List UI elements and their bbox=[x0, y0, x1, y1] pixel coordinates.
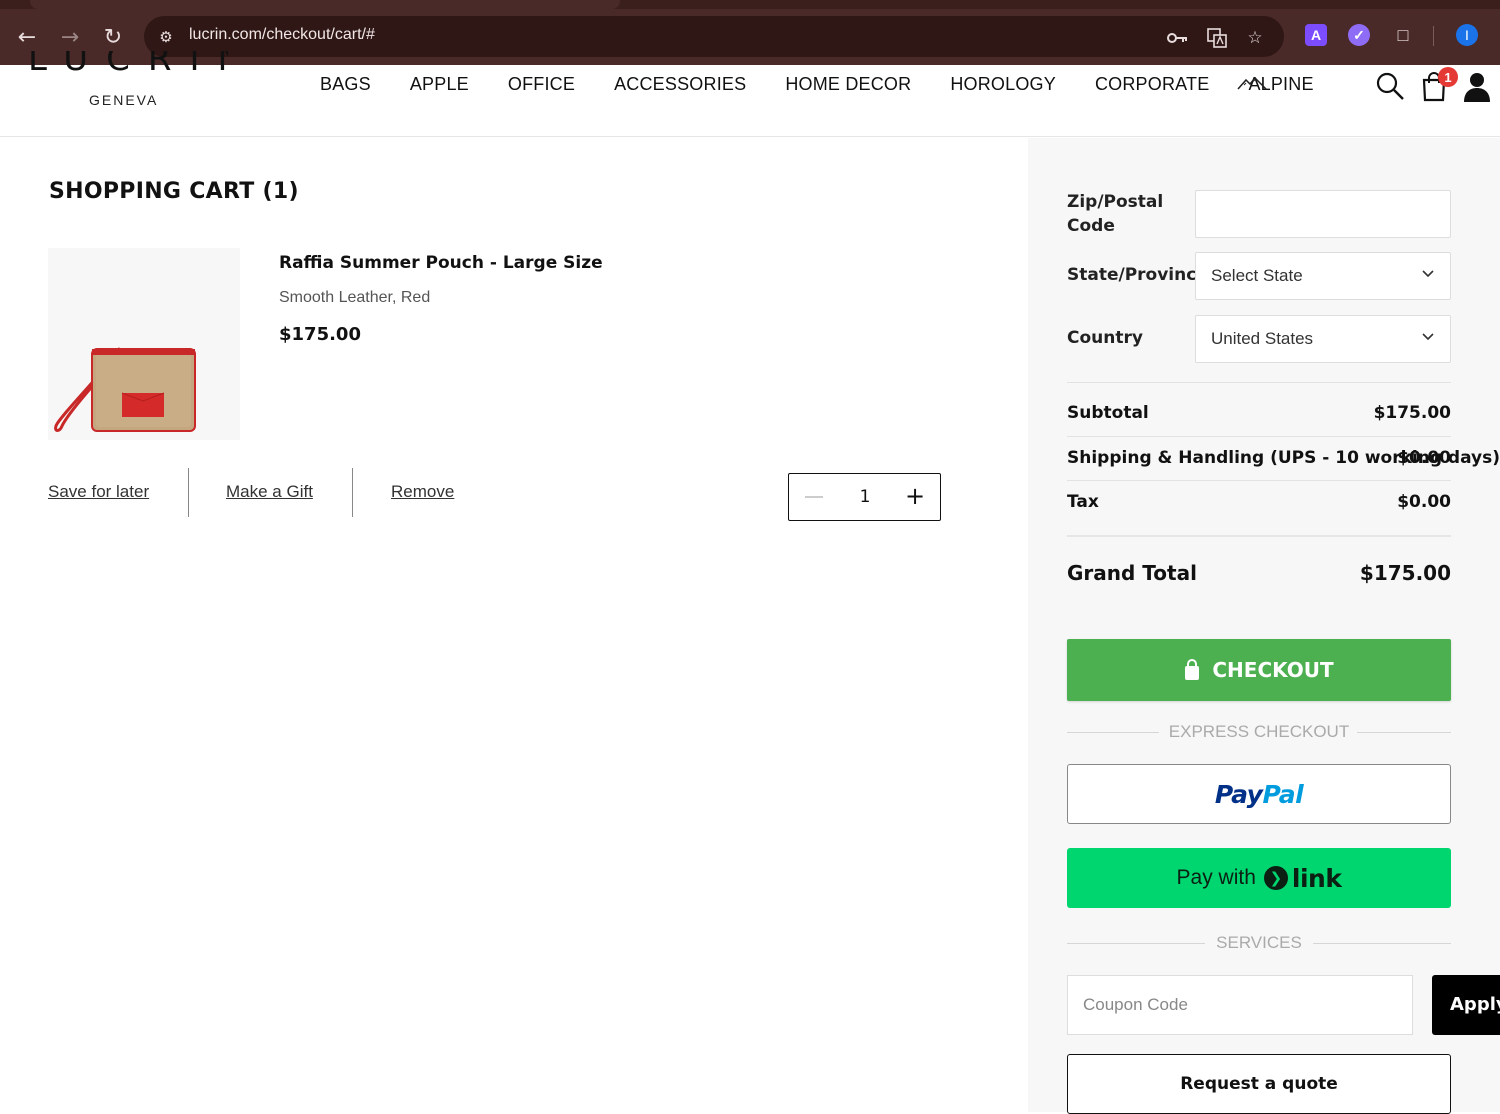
product-price: $175.00 bbox=[279, 324, 361, 345]
separator-line bbox=[1313, 943, 1451, 944]
paypal-button[interactable]: PayPal bbox=[1067, 764, 1451, 824]
cart-count-badge: 1 bbox=[1438, 67, 1458, 87]
nav-horology[interactable]: HOROLOGY bbox=[950, 74, 1056, 95]
paypal-pay-text: Pay bbox=[1214, 779, 1263, 809]
paypal-pal-text: Pal bbox=[1262, 779, 1304, 809]
star-icon[interactable]: ☆ bbox=[1243, 26, 1267, 50]
country-select[interactable]: United States bbox=[1195, 315, 1451, 363]
separator-line bbox=[1357, 732, 1451, 733]
search-icon[interactable] bbox=[1374, 70, 1406, 102]
logo-text: LUCRIN bbox=[28, 51, 228, 75]
save-for-later-link[interactable]: Save for later bbox=[48, 482, 149, 502]
action-divider bbox=[352, 468, 353, 517]
request-quote-button[interactable]: Request a quote bbox=[1067, 1054, 1451, 1114]
pay-with-text: Pay with bbox=[1176, 866, 1256, 889]
mountain-icon bbox=[1237, 76, 1267, 90]
coupon-code-input[interactable] bbox=[1067, 975, 1413, 1035]
divider bbox=[1067, 480, 1451, 481]
main-navigation: BAGS APPLE OFFICE ACCESSORIES HOME DECOR… bbox=[320, 74, 1353, 95]
country-label: Country bbox=[1067, 328, 1143, 348]
forward-arrow-icon[interactable]: → bbox=[55, 22, 85, 52]
nav-bags[interactable]: BAGS bbox=[320, 74, 371, 95]
tax-value: $0.00 bbox=[1397, 492, 1451, 512]
logo[interactable]: LUCRIN bbox=[28, 51, 228, 75]
state-select[interactable]: Select State bbox=[1195, 252, 1451, 300]
site-settings-icon[interactable]: ⚙ bbox=[154, 25, 178, 49]
express-checkout-separator: EXPRESS CHECKOUT bbox=[1067, 722, 1451, 742]
state-select-value: Select State bbox=[1211, 266, 1303, 285]
nav-apple[interactable]: APPLE bbox=[410, 74, 469, 95]
product-variant: Smooth Leather, Red bbox=[279, 289, 431, 306]
state-label: State/Province bbox=[1067, 265, 1208, 285]
active-tab[interactable] bbox=[30, 0, 620, 9]
grand-total-value: $175.00 bbox=[1359, 561, 1451, 585]
subtotal-value: $175.00 bbox=[1373, 403, 1451, 423]
apply-coupon-button[interactable]: Apply bbox=[1432, 975, 1500, 1035]
zip-input[interactable] bbox=[1195, 190, 1451, 238]
divider bbox=[1067, 382, 1451, 383]
tab-strip bbox=[0, 0, 1500, 9]
country-select-value: United States bbox=[1211, 329, 1314, 348]
toolbar-divider bbox=[1433, 26, 1434, 46]
back-arrow-icon[interactable]: ← bbox=[12, 22, 42, 52]
services-separator: SERVICES bbox=[1067, 933, 1451, 953]
remove-link[interactable]: Remove bbox=[391, 482, 454, 502]
shipping-value: $0.00 bbox=[1397, 448, 1451, 468]
extension-shield-icon[interactable]: ✓ bbox=[1348, 24, 1370, 46]
user-icon[interactable] bbox=[1461, 70, 1493, 102]
link-logo-text: link bbox=[1291, 863, 1342, 893]
page-title: SHOPPING CART (1) bbox=[49, 179, 299, 204]
tax-label: Tax bbox=[1067, 492, 1099, 512]
checkout-label: CHECKOUT bbox=[1212, 658, 1334, 682]
translate-icon[interactable] bbox=[1205, 26, 1229, 50]
address-bar[interactable]: ⚙ lucrin.com/checkout/cart/# ☆ bbox=[144, 16, 1284, 57]
product-image[interactable] bbox=[48, 248, 240, 440]
grand-total-label: Grand Total bbox=[1067, 561, 1197, 585]
subtotal-label: Subtotal bbox=[1067, 403, 1149, 423]
divider bbox=[1067, 436, 1451, 437]
increase-quantity-button[interactable]: + bbox=[905, 484, 925, 508]
puzzle-icon[interactable]: □ bbox=[1392, 24, 1414, 46]
chevron-down-icon bbox=[1422, 333, 1434, 341]
profile-avatar[interactable]: I bbox=[1456, 24, 1478, 46]
paypal-logo: PayPal bbox=[1214, 779, 1304, 809]
quantity-value[interactable]: 1 bbox=[849, 487, 881, 507]
site-header: LUCRIN GENEVA BAGS APPLE OFFICE ACCESSOR… bbox=[0, 51, 1500, 137]
link-arrow-icon: ❯ bbox=[1263, 866, 1288, 890]
reload-icon[interactable]: ↻ bbox=[98, 22, 128, 52]
pay-with-link-button[interactable]: Pay with ❯ link bbox=[1067, 848, 1451, 908]
make-a-gift-link[interactable]: Make a Gift bbox=[226, 482, 313, 502]
checkout-button[interactable]: CHECKOUT bbox=[1067, 639, 1451, 701]
url-text[interactable]: lucrin.com/checkout/cart/# bbox=[189, 26, 375, 44]
nav-office[interactable]: OFFICE bbox=[508, 74, 575, 95]
action-divider bbox=[188, 468, 189, 517]
nav-accessories[interactable]: ACCESSORIES bbox=[614, 74, 746, 95]
pouch-image bbox=[54, 347, 196, 432]
extension-a-icon[interactable]: A bbox=[1305, 24, 1327, 46]
quantity-stepper: 1 + bbox=[788, 473, 941, 521]
nav-corporate[interactable]: CORPORATE bbox=[1095, 74, 1209, 95]
logo-subtitle: GENEVA bbox=[89, 92, 159, 108]
decrease-quantity-button[interactable] bbox=[805, 496, 823, 498]
divider bbox=[1067, 535, 1451, 537]
product-name[interactable]: Raffia Summer Pouch - Large Size bbox=[279, 253, 603, 273]
key-icon[interactable] bbox=[1166, 26, 1190, 50]
shopping-bag-icon bbox=[1185, 659, 1200, 680]
chevron-down-icon bbox=[1422, 270, 1434, 278]
zip-label: Zip/Postal Code bbox=[1067, 192, 1164, 236]
nav-home-decor[interactable]: HOME DECOR bbox=[785, 74, 911, 95]
